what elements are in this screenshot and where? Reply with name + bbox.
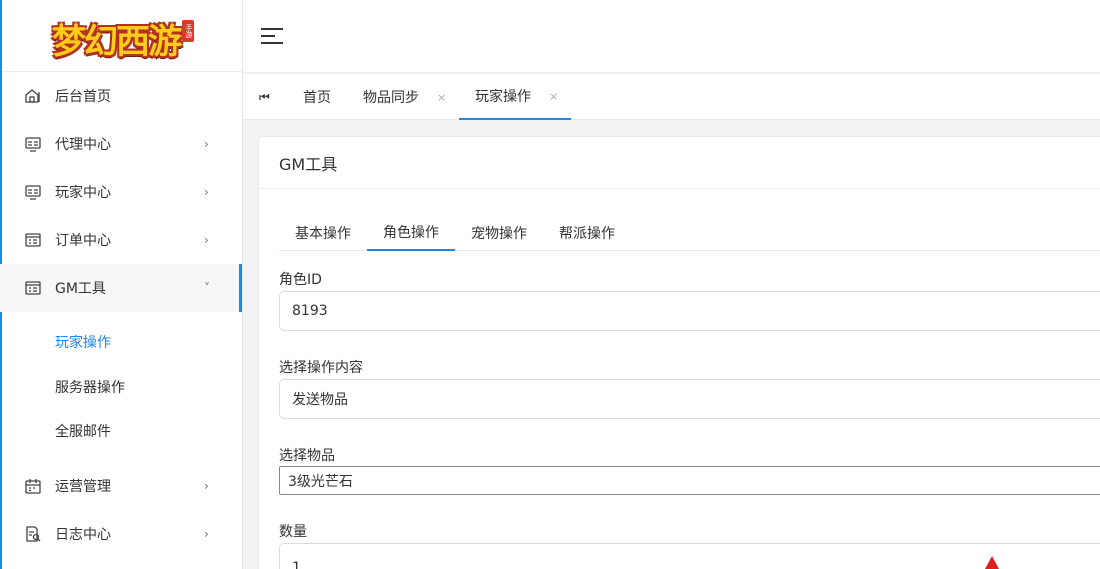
chevron-right-icon: ›: [204, 185, 209, 199]
item-select-value: 3级光芒石: [288, 473, 353, 490]
sidebar-item-label: 玩家中心: [55, 185, 111, 201]
item-select[interactable]: 3级光芒石: [279, 466, 1100, 495]
first-tab-icon[interactable]: ⏮: [259, 90, 270, 105]
gm-tools-card: GM工具 基本操作 角色操作 宠物操作 帮派操作 角色ID 8193 选择操作内…: [258, 136, 1100, 569]
list-icon: [24, 231, 42, 249]
quantity-value: 1: [292, 560, 301, 569]
gm-tools-submenu: 玩家操作 服务器操作 全服邮件: [0, 312, 242, 462]
operation-select-label: 选择操作内容: [279, 360, 363, 376]
calendar-icon: [24, 477, 42, 495]
close-icon[interactable]: ×: [437, 91, 446, 104]
sidebar-item-player-center[interactable]: 玩家中心 ›: [0, 168, 242, 216]
tab-home[interactable]: 首页: [303, 74, 331, 120]
tab-item-sync[interactable]: 物品同步 ×: [363, 74, 446, 120]
sidebar-item-label: 后台首页: [55, 89, 111, 105]
tab-guild-ops[interactable]: 帮派操作: [543, 215, 631, 251]
operation-select-value: 发送物品: [292, 392, 348, 408]
sidebar-item-order-center[interactable]: 订单中心 ›: [0, 216, 242, 264]
quantity-input[interactable]: 1: [279, 543, 1100, 569]
log-icon: [24, 525, 42, 543]
tab-basic-ops[interactable]: 基本操作: [279, 215, 367, 251]
chevron-right-icon: ›: [204, 233, 209, 247]
sidebar-item-log-center[interactable]: 日志中心 ›: [0, 510, 242, 558]
tab-label: 首页: [303, 90, 331, 106]
tab-label: 玩家操作: [475, 89, 531, 105]
operation-tabs: 基本操作 角色操作 宠物操作 帮派操作: [279, 215, 1100, 251]
close-icon[interactable]: ×: [549, 90, 558, 103]
home-icon: [24, 87, 42, 105]
role-id-input[interactable]: 8193: [279, 291, 1100, 331]
sidebar-item-agent-center[interactable]: 代理中心 ›: [0, 120, 242, 168]
sidebar-item-label: 运营管理: [55, 478, 111, 495]
tab-role-ops[interactable]: 角色操作: [367, 215, 455, 251]
sidebar-item-label: GM工具: [55, 281, 106, 297]
sidebar-item-home[interactable]: 后台首页: [0, 72, 242, 120]
tab-player-ops[interactable]: 玩家操作 ×: [459, 74, 571, 120]
chevron-right-icon: ›: [204, 478, 209, 493]
menu-toggle-icon[interactable]: [261, 28, 283, 46]
active-indicator: [239, 264, 242, 312]
chevron-down-icon: ˅: [204, 281, 210, 295]
card-icon: [24, 183, 42, 201]
sidebar-item-label: 代理中心: [55, 137, 111, 153]
submenu-item-global-mail[interactable]: 全服邮件: [0, 409, 242, 454]
sidebar-item-gm-tools[interactable]: GM工具 ˅: [0, 264, 242, 312]
logo[interactable]: 梦幻西游 手游: [0, 0, 242, 72]
card-icon: [24, 135, 42, 153]
logo-text: 梦幻西游: [52, 21, 182, 62]
sidebar: 梦幻西游 手游 后台首页 代理中心 › 玩家中心 › 订单中心 › GM工具 ˅…: [0, 0, 243, 569]
logo-seal: 手游: [182, 19, 194, 42]
item-select-label: 选择物品: [279, 448, 335, 464]
page-tabs: ⏮ 首页 物品同步 × 玩家操作 ×: [243, 74, 1100, 120]
logo-image: 梦幻西游 手游: [46, 8, 196, 64]
role-id-label: 角色ID: [279, 272, 322, 288]
top-header: [243, 0, 1100, 73]
sidebar-item-label: 日志中心: [55, 526, 111, 543]
submenu-item-player-ops[interactable]: 玩家操作: [0, 320, 242, 365]
submenu-item-server-ops[interactable]: 服务器操作: [0, 365, 242, 410]
red-annotation-mark: [985, 556, 999, 569]
quantity-label: 数量: [279, 524, 307, 540]
sidebar-item-operations[interactable]: 运营管理 ›: [0, 462, 242, 510]
operation-select[interactable]: 发送物品: [279, 379, 1100, 419]
tab-pet-ops[interactable]: 宠物操作: [455, 215, 543, 251]
card-title: GM工具: [259, 137, 1100, 189]
role-id-value: 8193: [292, 303, 328, 319]
chevron-right-icon: ›: [204, 526, 209, 541]
sidebar-item-label: 订单中心: [55, 233, 111, 249]
chevron-right-icon: ›: [204, 137, 209, 151]
tab-label: 物品同步: [363, 90, 419, 106]
list-icon: [24, 279, 42, 297]
